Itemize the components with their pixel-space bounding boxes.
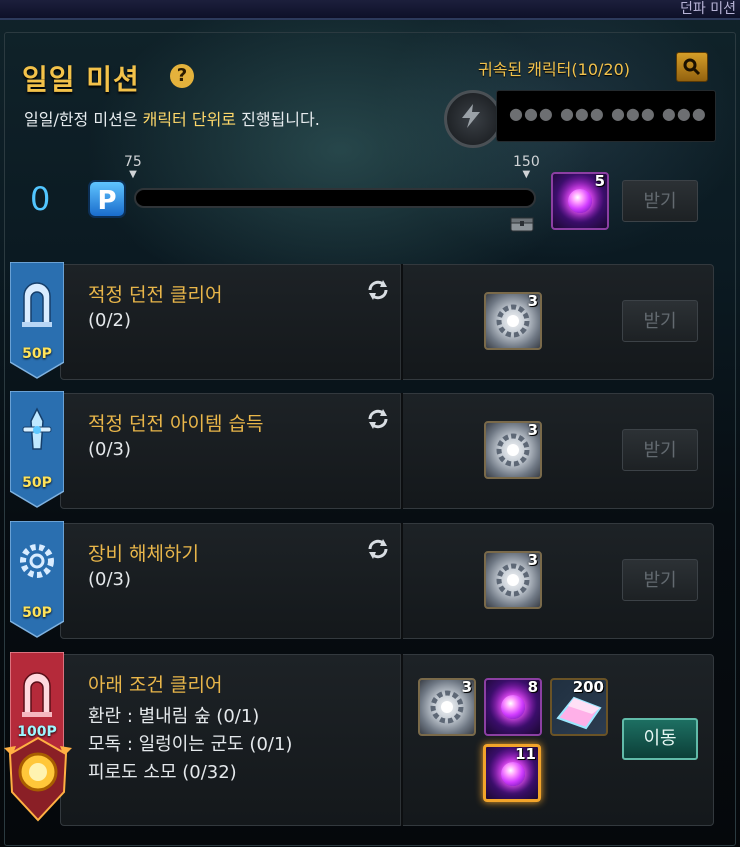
window-header-text: 던파 미션: [680, 1, 736, 17]
mission-card: 50P 장비 해체하기 (0/3) 3 받기: [10, 521, 714, 639]
mission-divider: [400, 523, 403, 639]
subtitle-text-1: 일일/한정 미션은: [24, 110, 143, 129]
mission-card: 100P 아래 조건 클리어 환란 : 별내림 숲 (0/1) 모독 : 일렁이…: [4, 652, 714, 826]
mission-name: 아래 조건 클리어: [88, 674, 223, 696]
mission-name: 장비 해체하기: [88, 543, 199, 565]
character-swap-button[interactable]: [444, 90, 502, 148]
item-count: 200: [572, 678, 604, 696]
reward-item-orb[interactable]: 8: [484, 678, 542, 736]
reward-item-crystal[interactable]: 200: [550, 678, 608, 736]
marker-150: 150 ▼: [513, 154, 540, 180]
reward-item-emblem[interactable]: 3: [484, 421, 542, 479]
character-name-field[interactable]: ●●● ●●● ●●● ●●●: [496, 90, 716, 142]
mission-condition: 환란 : 별내림 숲 (0/1): [88, 706, 260, 727]
mission-banner: [10, 391, 64, 508]
mission-progress: (0/2): [88, 310, 132, 331]
orb-icon: [501, 695, 525, 719]
window-header-strip: 던파 미션: [0, 0, 740, 20]
search-icon: [683, 58, 701, 76]
item-count: 3: [527, 421, 538, 439]
reward-item-emblem[interactable]: 3: [418, 678, 476, 736]
marker-150-label: 150: [513, 154, 540, 170]
points-progress-bar: [134, 188, 536, 208]
bound-character-label: 귀속된 캐릭터(10/20): [478, 60, 630, 79]
medal-icon: [4, 736, 72, 822]
subtitle-highlight: 캐릭터 단위로: [142, 110, 237, 129]
refresh-icon[interactable]: [366, 537, 390, 561]
chest-icon[interactable]: [510, 214, 534, 232]
claim-button[interactable]: 받기: [622, 559, 698, 601]
mission-card: 50P 적정 던전 클리어 (0/2) 3 받기: [10, 262, 714, 380]
refresh-icon[interactable]: [366, 407, 390, 431]
mission-banner: [10, 262, 64, 379]
mission-progress: (0/3): [88, 569, 132, 590]
current-points: 0: [30, 180, 51, 218]
item-count: 8: [527, 678, 538, 696]
reward-item-orb[interactable]: 11: [483, 744, 541, 802]
item-count: 5: [594, 172, 605, 190]
character-name-masked: ●●● ●●● ●●● ●●●: [509, 104, 707, 123]
page-title: 일일 미션: [22, 63, 140, 96]
page-subtitle: 일일/한정 미션은 캐릭터 단위로 진행됩니다.: [24, 106, 320, 130]
mission-name: 적정 던전 클리어: [88, 284, 223, 306]
move-button[interactable]: 이동: [622, 718, 698, 760]
reward-item-emblem[interactable]: 3: [484, 551, 542, 609]
character-search-button[interactable]: [676, 52, 708, 82]
mission-progress: (0/3): [88, 439, 132, 460]
point-icon: P: [88, 180, 126, 218]
marker-arrow-icon: ▼: [522, 169, 531, 180]
mission-divider: [400, 264, 403, 380]
item-count: 11: [515, 745, 536, 763]
help-icon[interactable]: ?: [170, 64, 194, 88]
refresh-icon[interactable]: [366, 278, 390, 302]
reward-item-emblem[interactable]: 3: [484, 292, 542, 350]
item-count: 3: [527, 292, 538, 310]
subtitle-text-2: 진행됩니다.: [236, 110, 320, 129]
mission-divider: [400, 654, 403, 826]
orb-icon: [501, 762, 525, 786]
marker-75-label: 75: [124, 154, 142, 170]
mission-condition: 피로도 소모 (0/32): [88, 762, 237, 783]
reward-item-orb[interactable]: 5: [551, 172, 609, 230]
mission-card: 50P 적정 던전 아이템 습득 (0/3) 3 받기: [10, 391, 714, 509]
mission-condition: 모독 : 일렁이는 군도 (0/1): [88, 734, 293, 755]
mission-banner: [10, 521, 64, 638]
claim-button[interactable]: 받기: [622, 300, 698, 342]
item-count: 3: [461, 678, 472, 696]
marker-75: 75 ▼: [124, 154, 142, 180]
marker-arrow-icon: ▼: [129, 169, 137, 180]
lightning-icon: [462, 104, 480, 128]
mission-divider: [400, 393, 403, 509]
claim-button[interactable]: 받기: [622, 180, 698, 222]
mission-name: 적정 던전 아이템 습득: [88, 413, 264, 435]
orb-icon: [568, 189, 592, 213]
claim-button[interactable]: 받기: [622, 429, 698, 471]
item-count: 3: [527, 551, 538, 569]
